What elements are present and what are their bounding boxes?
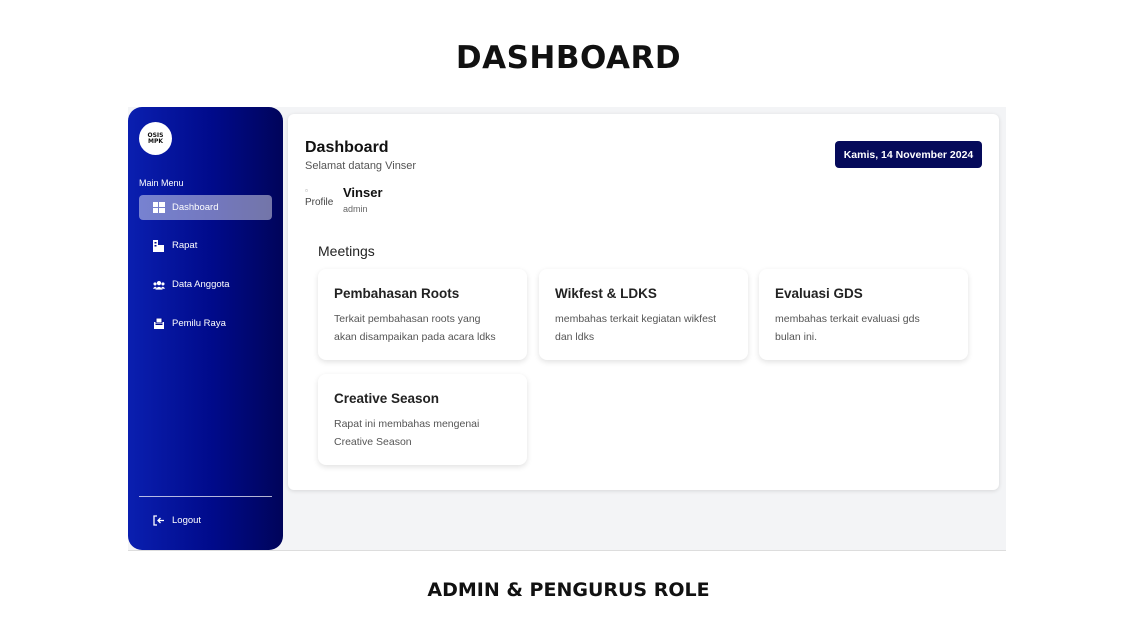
meeting-desc-line: bulan ini. (775, 331, 818, 343)
meetings-title: Meetings (318, 243, 375, 259)
building-icon (153, 239, 165, 252)
avatar: ▫ Profile (305, 186, 334, 208)
logout-button[interactable]: Logout (139, 508, 272, 533)
meeting-card[interactable]: Evaluasi GDS membahas terkait evaluasi g… (759, 269, 968, 360)
vote-icon (153, 318, 165, 330)
sidebar-item-label: Dashboard (172, 202, 219, 213)
sidebar-item-label: Rapat (172, 240, 198, 251)
meeting-card[interactable]: Pembahasan Roots Terkait pembahasan root… (318, 269, 527, 360)
welcome-text: Selamat datang Vinser (305, 160, 417, 172)
logo-text: OSIS MPK (147, 131, 164, 145)
meeting-card[interactable]: Creative Season Rapat ini membahas menge… (318, 374, 527, 465)
meeting-desc-line: membahas terkait kegiatan wikfest (555, 313, 717, 325)
meeting-desc-line: Rapat ini membahas mengenai (334, 418, 480, 430)
user-name: Vinser (343, 185, 383, 200)
sidebar-divider (139, 496, 272, 497)
user-role: admin (343, 204, 368, 214)
main-panel: Dashboard Selamat datang Vinser Kamis, 1… (288, 114, 999, 490)
sidebar: OSIS MPK Main Menu Dashboard Rapat Data … (128, 107, 283, 550)
sidebar-item-data-anggota[interactable]: Data Anggota (139, 272, 272, 297)
meeting-title: Evaluasi GDS (775, 286, 863, 301)
logout-label: Logout (172, 515, 202, 526)
meeting-title: Wikfest & LDKS (555, 286, 657, 301)
page-heading: DASHBOARD (455, 40, 682, 76)
avatar-alt-text: Profile (305, 197, 334, 208)
sidebar-item-label: Pemilu Raya (172, 318, 226, 329)
logout-icon (153, 515, 165, 527)
meeting-card[interactable]: Wikfest & LDKS membahas terkait kegiatan… (539, 269, 748, 360)
meeting-desc-line: dan ldks (555, 331, 595, 343)
logo: OSIS MPK (139, 122, 172, 155)
menu-title: Main Menu (139, 178, 184, 188)
sidebar-item-rapat[interactable]: Rapat (139, 233, 272, 258)
users-icon (153, 279, 165, 291)
meeting-desc-line: akan disampaikan pada acara ldks (334, 331, 496, 343)
sidebar-item-dashboard[interactable]: Dashboard (139, 195, 272, 220)
meeting-title: Pembahasan Roots (334, 286, 460, 301)
sidebar-item-pemilu-raya[interactable]: Pemilu Raya (139, 311, 272, 336)
page-title: Dashboard (305, 139, 389, 156)
role-caption: ADMIN & PENGURUS ROLE (427, 579, 710, 601)
date-badge: Kamis, 14 November 2024 (835, 141, 982, 168)
meeting-title: Creative Season (334, 391, 440, 406)
meeting-desc-line: Creative Season (334, 436, 412, 448)
sidebar-item-label: Data Anggota (172, 279, 230, 290)
meeting-desc-line: Terkait pembahasan roots yang (334, 313, 481, 325)
app-screenshot: OSIS MPK Main Menu Dashboard Rapat Data … (128, 107, 1006, 551)
grid-icon (153, 202, 165, 214)
meeting-desc-line: membahas terkait evaluasi gds (775, 313, 920, 325)
